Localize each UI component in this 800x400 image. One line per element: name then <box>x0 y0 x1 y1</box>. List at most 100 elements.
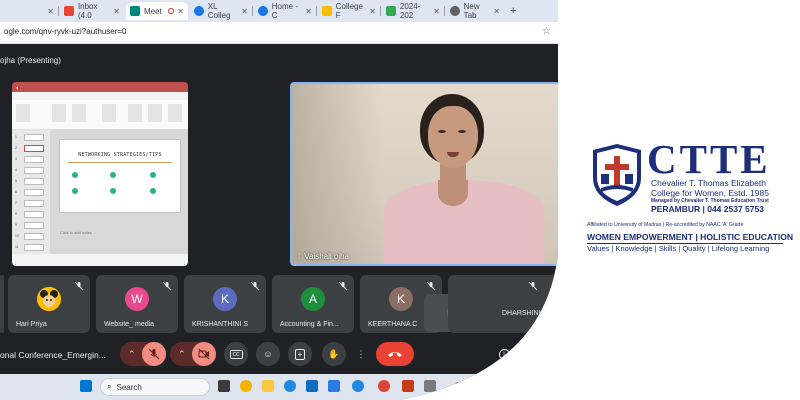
tab-meet[interactable]: Meet ✕ <box>126 2 188 20</box>
college-name-line1: Chevalier T. Thomas Elizabeth <box>651 178 766 188</box>
browser-tab-strip: ✕ Inbox (4.0 ✕ Meet ✕ XL Colleg ✕ Home -… <box>0 0 560 22</box>
mic-off-icon <box>250 281 260 291</box>
reactions-button[interactable]: ☺ <box>256 342 280 366</box>
store-icon[interactable] <box>306 380 318 392</box>
captions-button[interactable]: cc <box>224 342 248 366</box>
app-icon[interactable] <box>328 380 340 392</box>
meeting-info-button[interactable]: i <box>496 342 512 366</box>
college-values: Values | Knowledge | Skills | Quality | … <box>587 244 770 253</box>
captions-icon: cc <box>230 350 243 359</box>
globe-icon <box>258 6 268 16</box>
slide-number: 1 <box>15 135 17 139</box>
tab-separator <box>252 6 253 16</box>
file-explorer-icon[interactable] <box>262 380 274 392</box>
paste-icon <box>16 104 30 122</box>
mic-off-icon <box>162 281 172 291</box>
slide-thumbnail[interactable] <box>24 233 44 240</box>
drive-icon <box>386 6 396 16</box>
slide-number: 9 <box>15 223 17 227</box>
speaker-video-tile[interactable]: ⁞ Vaishali ojha <box>290 82 560 266</box>
participant-name: KRISHANTHINI S <box>192 321 249 328</box>
slide-thumbnail[interactable] <box>24 222 44 229</box>
close-icon[interactable]: ✕ <box>305 7 312 16</box>
slide-thumbnail[interactable] <box>24 178 44 185</box>
participant-tile[interactable]: Hari Priya <box>8 275 90 333</box>
app-icon[interactable] <box>424 380 436 392</box>
speaker-neckline <box>438 180 468 206</box>
presentation-tile[interactable]: ● 1 2 3 4 5 6 7 8 9 10 11 NETWORKING STRATEGIES/TI… <box>12 82 188 266</box>
search-icon: ⌕ <box>107 382 112 391</box>
participant-count-badge: 18 <box>530 338 542 347</box>
slide-thumbnail[interactable] <box>24 156 44 163</box>
people-button[interactable]: 👥 <box>518 342 538 366</box>
leave-call-button[interactable] <box>376 342 414 366</box>
slides-icon <box>52 104 66 122</box>
slide-thumbnail[interactable] <box>24 244 44 251</box>
app-icon[interactable] <box>352 380 364 392</box>
language-indicator[interactable]: ENG <box>503 380 518 387</box>
slide-thumbnail[interactable] <box>24 200 44 207</box>
tab-xl-college[interactable]: XL Colleg ✕ <box>190 2 252 20</box>
new-tab-button[interactable]: + <box>506 2 522 20</box>
close-icon[interactable]: ✕ <box>369 7 376 16</box>
slide-thumbnail[interactable] <box>24 211 44 218</box>
close-icon[interactable]: ✕ <box>493 7 500 16</box>
editing-icon <box>148 104 162 122</box>
volume-icon[interactable]: ♪ <box>484 380 488 389</box>
drive-icon <box>322 6 332 16</box>
slide-thumbnail[interactable] <box>24 145 44 152</box>
tab-2024[interactable]: 2024-202 ✕ <box>382 2 444 20</box>
raise-hand-button[interactable]: ✋ <box>322 342 346 366</box>
participant-name: Accounting & Fin... <box>280 321 339 328</box>
task-view-icon[interactable] <box>218 380 230 392</box>
more-options-button[interactable]: ⋮ <box>354 342 368 366</box>
slide-thumbnail-pane[interactable]: 1 2 3 4 5 6 7 8 9 10 11 <box>12 130 50 254</box>
participant-tile[interactable]: A Accounting & Fin... <box>272 275 354 333</box>
chevron-up-icon[interactable]: ⌃ <box>454 381 461 390</box>
taskbar-search[interactable]: ⌕ Search <box>100 378 210 396</box>
mic-off-icon <box>528 281 538 291</box>
bullet-icon <box>110 172 116 178</box>
powerpoint-icon[interactable] <box>402 380 414 392</box>
edge-icon[interactable] <box>284 380 296 392</box>
slide-thumbnail[interactable] <box>24 134 44 141</box>
chevron-up-icon: ⌃ <box>128 348 136 359</box>
address-bar[interactable]: ogle.com/qnv-ryvk-uzi?authuser=0 ☆ <box>0 22 560 44</box>
close-icon[interactable]: ✕ <box>241 7 248 16</box>
windows-start-icon[interactable] <box>80 380 92 392</box>
college-tagline: WOMEN EMPOWERMENT | HOLISTIC EDUCATION <box>587 232 794 242</box>
participant-tile[interactable]: W Website_ media <box>96 275 178 333</box>
close-icon[interactable]: ✕ <box>433 7 440 16</box>
chrome-icon[interactable] <box>378 380 390 392</box>
slide-number: 5 <box>15 179 17 183</box>
slide-number: 10 <box>15 234 19 238</box>
bookmark-star-icon[interactable]: ☆ <box>542 26 551 37</box>
tab-label: Home - C <box>271 2 299 20</box>
slide-editor[interactable]: NETWORKING STRATEGIES/TIPS Click to add … <box>50 130 188 254</box>
camera-toggle-button[interactable] <box>192 342 216 366</box>
slide-title: NETWORKING STRATEGIES/TIPS <box>78 152 162 158</box>
tab-new-tab[interactable]: New Tab ✕ <box>446 2 504 20</box>
close-icon[interactable]: ✕ <box>113 7 120 16</box>
close-icon[interactable]: ✕ <box>177 7 184 16</box>
cloud-icon[interactable]: ☁ <box>468 380 477 391</box>
tab-inbox[interactable]: Inbox (4.0 ✕ <box>60 2 124 20</box>
participant-tile[interactable]: DHARSHINI B joi <box>448 275 558 333</box>
slide-number: 3 <box>15 157 17 161</box>
mic-toggle-button[interactable] <box>142 342 166 366</box>
tab-home[interactable]: Home - C ✕ <box>254 2 316 20</box>
participant-tile[interactable]: K KRISHANTHINI S <box>184 275 266 333</box>
tab-college-f[interactable]: College F ✕ <box>318 2 380 20</box>
present-screen-icon: + <box>295 349 306 360</box>
url-text[interactable]: ogle.com/qnv-ryvk-uzi?authuser=0 <box>4 27 127 36</box>
slide-thumbnail[interactable] <box>24 189 44 196</box>
present-button[interactable]: + <box>288 342 312 366</box>
slide-thumbnail[interactable] <box>24 167 44 174</box>
bullet-icon <box>150 188 156 194</box>
ppt-ribbon <box>12 100 188 130</box>
slide-notes[interactable]: Click to add notes <box>60 230 92 235</box>
participant-tile[interactable] <box>0 275 4 333</box>
copilot-icon[interactable] <box>240 380 252 392</box>
close-icon[interactable]: ✕ <box>47 7 54 16</box>
tab-0[interactable]: ✕ <box>0 2 58 20</box>
